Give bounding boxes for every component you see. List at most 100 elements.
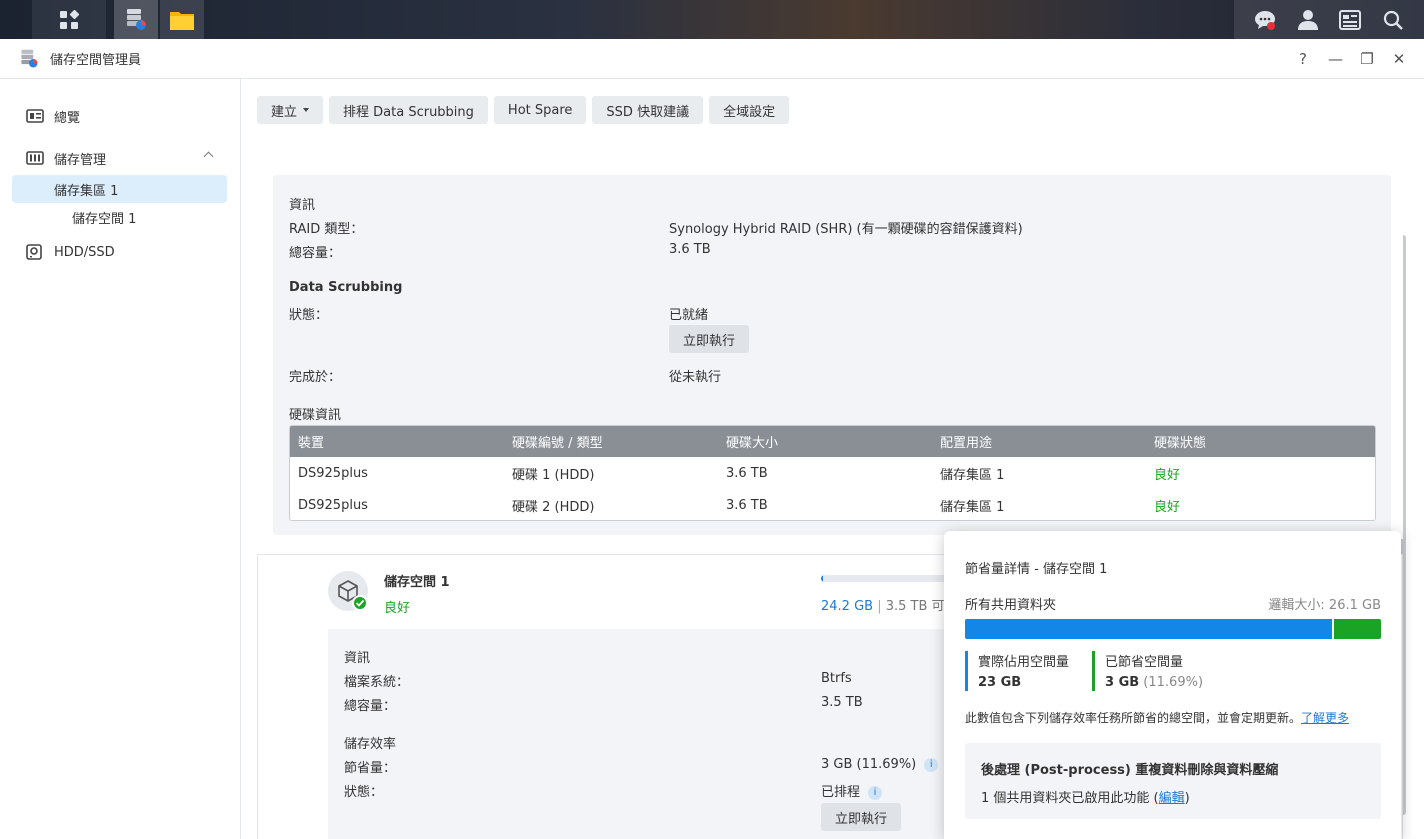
efficiency-status-value: 已排程	[821, 785, 861, 800]
storage-icon	[26, 150, 44, 166]
minimize-icon[interactable]: —	[1328, 50, 1343, 68]
disk-table: 裝置 硬碟編號 / 類型 硬碟大小 配置用途 硬碟狀態 DS925plus 硬碟…	[289, 425, 1376, 521]
folder-icon	[170, 11, 194, 30]
create-label: 建立	[271, 104, 298, 120]
overview-icon	[26, 108, 44, 124]
scrub-status-value: 已就緒	[669, 308, 709, 323]
completed-label: 完成於：	[289, 370, 342, 385]
status-badge: 良好	[1154, 467, 1181, 483]
column-header[interactable]: 硬碟編號 / 類型	[512, 432, 603, 451]
column-header[interactable]: 硬碟大小	[726, 432, 778, 451]
sidebar: 總覽 儲存管理 儲存集區 1 儲存空間 1 HDD/SSD	[0, 79, 241, 839]
volume-usage-text: 24.2 GB | 3.5 TB 可	[821, 595, 945, 614]
chat-bubble-icon	[1255, 10, 1276, 30]
learn-more-link[interactable]: 了解更多	[1301, 711, 1349, 725]
table-cell: 3.6 TB	[726, 465, 768, 481]
info-icon[interactable]: i	[924, 757, 939, 772]
popover-title: 節省量詳情 - 儲存空間 1	[965, 562, 1108, 577]
table-row[interactable]: DS925plus 硬碟 1 (HDD) 3.6 TB 儲存集區 1 良好	[290, 457, 1375, 489]
savings-details-popover: 節省量詳情 - 儲存空間 1 所有共用資料夾 邏輯大小: 26.1 GB 實際佔…	[944, 531, 1401, 839]
hot-spare-button[interactable]: Hot Spare	[493, 96, 587, 124]
sidebar-item-label: 儲存空間 1	[72, 211, 137, 227]
saved-segment	[1334, 619, 1381, 639]
popover-scope: 所有共用資料夾	[965, 598, 1057, 613]
restore-icon[interactable]: ❐	[1360, 50, 1374, 68]
chevron-up-icon[interactable]	[203, 151, 214, 162]
status-badge: 良好	[1154, 499, 1181, 515]
user-button[interactable]	[1296, 8, 1320, 32]
help-icon[interactable]: ?	[1296, 50, 1310, 68]
task-desc-wrap: 1 個共用資料夾已啟用此功能 (編輯)	[981, 787, 1190, 806]
caret-down-icon	[303, 108, 310, 112]
close-icon[interactable]: ✕	[1392, 50, 1406, 68]
table-cell: 儲存集區 1	[940, 499, 1005, 515]
file-station-taskbar-button[interactable]	[160, 0, 204, 39]
storage-manager-taskbar-button[interactable]	[114, 0, 158, 39]
completed-value: 從未執行	[669, 370, 722, 385]
check-icon	[352, 595, 368, 611]
info-heading: 資訊	[289, 198, 316, 213]
column-header[interactable]: 配置用途	[940, 432, 992, 451]
table-cell: DS925plus	[298, 497, 368, 513]
sidebar-item-volume-1[interactable]: 儲存空間 1	[0, 203, 240, 231]
sidebar-item-storage-pool-1[interactable]: 儲存集區 1	[12, 175, 227, 203]
window-titlebar[interactable]: 儲存空間管理員 ? — ❐ ✕	[0, 39, 1424, 79]
sidebar-item-overview[interactable]: 總覽	[0, 99, 240, 133]
widget-panel-icon	[1339, 9, 1362, 30]
table-row[interactable]: DS925plus 硬碟 2 (HDD) 3.6 TB 儲存集區 1 良好	[290, 489, 1375, 520]
legend-saved-pct: (11.69%)	[1143, 675, 1204, 690]
table-cell: 硬碟 1 (HDD)	[512, 467, 595, 483]
sidebar-item-hdd-ssd[interactable]: HDD/SSD	[0, 235, 240, 269]
column-header[interactable]: 硬碟狀態	[1154, 432, 1206, 451]
volume-info-heading: 資訊	[344, 651, 371, 666]
search-icon	[1383, 10, 1403, 30]
table-cell: DS925plus	[298, 465, 368, 481]
user-icon	[1297, 9, 1318, 30]
raid-type-label: RAID 類型：	[289, 222, 364, 237]
savings-value-wrap: 3 GB (11.69%) i	[821, 757, 939, 772]
column-header[interactable]: 裝置	[298, 432, 324, 451]
task-title: 後處理 (Post-process) 重複資料刪除與資料壓縮	[981, 763, 1279, 778]
popover-note-wrap: 此數值包含下列儲存效率任務所節省的總空間，並會定期更新。了解更多	[965, 709, 1349, 726]
volume-name: 儲存空間 1	[384, 575, 450, 590]
window-controls: ? — ❐ ✕	[1296, 39, 1406, 79]
sidebar-item-label: HDD/SSD	[54, 244, 115, 260]
ssd-cache-advisor-button[interactable]: SSD 快取建議	[592, 96, 704, 124]
global-settings-button[interactable]: 全域設定	[709, 96, 790, 124]
taskbar	[0, 0, 1424, 39]
run-scrubbing-button[interactable]: 立即執行	[669, 325, 750, 353]
efficiency-status-wrap: 已排程 i	[821, 781, 883, 800]
raid-type-value: Synology Hybrid RAID (SHR) (有一顆硬碟的容錯保護資料…	[669, 222, 1023, 237]
efficiency-status-label: 狀態：	[344, 785, 384, 800]
used-value: 24.2 GB	[821, 599, 874, 614]
volume-status: 良好	[384, 601, 411, 616]
capacity-value: 3.6 TB	[669, 242, 711, 257]
table-header: 裝置 硬碟編號 / 類型 硬碟大小 配置用途 硬碟狀態	[290, 426, 1375, 457]
legend-actual-value: 23 GB	[978, 675, 1022, 690]
task-desc-suffix: )	[1184, 791, 1190, 806]
taskbar-tray	[1234, 0, 1424, 39]
legend-saved-label: 已節省空間量	[1105, 655, 1184, 670]
disk-icon	[26, 244, 44, 260]
separator: |	[877, 599, 882, 614]
filesystem-label: 檔案系統：	[344, 675, 410, 690]
run-efficiency-button[interactable]: 立即執行	[821, 803, 902, 831]
legend-actual: 實際佔用空間量 23 GB	[965, 651, 1069, 691]
storage-manager-icon	[21, 49, 38, 67]
volume-usage-fill	[821, 575, 823, 582]
create-button[interactable]: 建立	[257, 96, 324, 124]
search-button[interactable]	[1381, 8, 1405, 32]
widgets-button[interactable]	[1338, 8, 1362, 32]
main-menu-button[interactable]	[32, 0, 106, 39]
edit-link[interactable]: 編輯	[1159, 791, 1185, 806]
info-icon[interactable]: i	[868, 785, 883, 800]
available-value: 3.5 TB 可	[885, 599, 945, 614]
efficiency-task-box: 後處理 (Post-process) 重複資料刪除與資料壓縮 1 個共用資料夾已…	[965, 743, 1381, 819]
legend-saved-value: 3 GB	[1105, 675, 1140, 690]
schedule-scrubbing-button[interactable]: 排程 Data Scrubbing	[329, 96, 488, 124]
sidebar-item-label: 儲存集區 1	[54, 183, 119, 199]
sidebar-item-storage[interactable]: 儲存管理	[0, 141, 240, 175]
volume-details: 資訊 檔案系統： Btrfs 總容量： 3.5 TB 儲存效率 節省量： 3 G…	[328, 629, 968, 839]
notification-button[interactable]	[1253, 8, 1277, 32]
capacity-label: 總容量：	[289, 246, 342, 261]
